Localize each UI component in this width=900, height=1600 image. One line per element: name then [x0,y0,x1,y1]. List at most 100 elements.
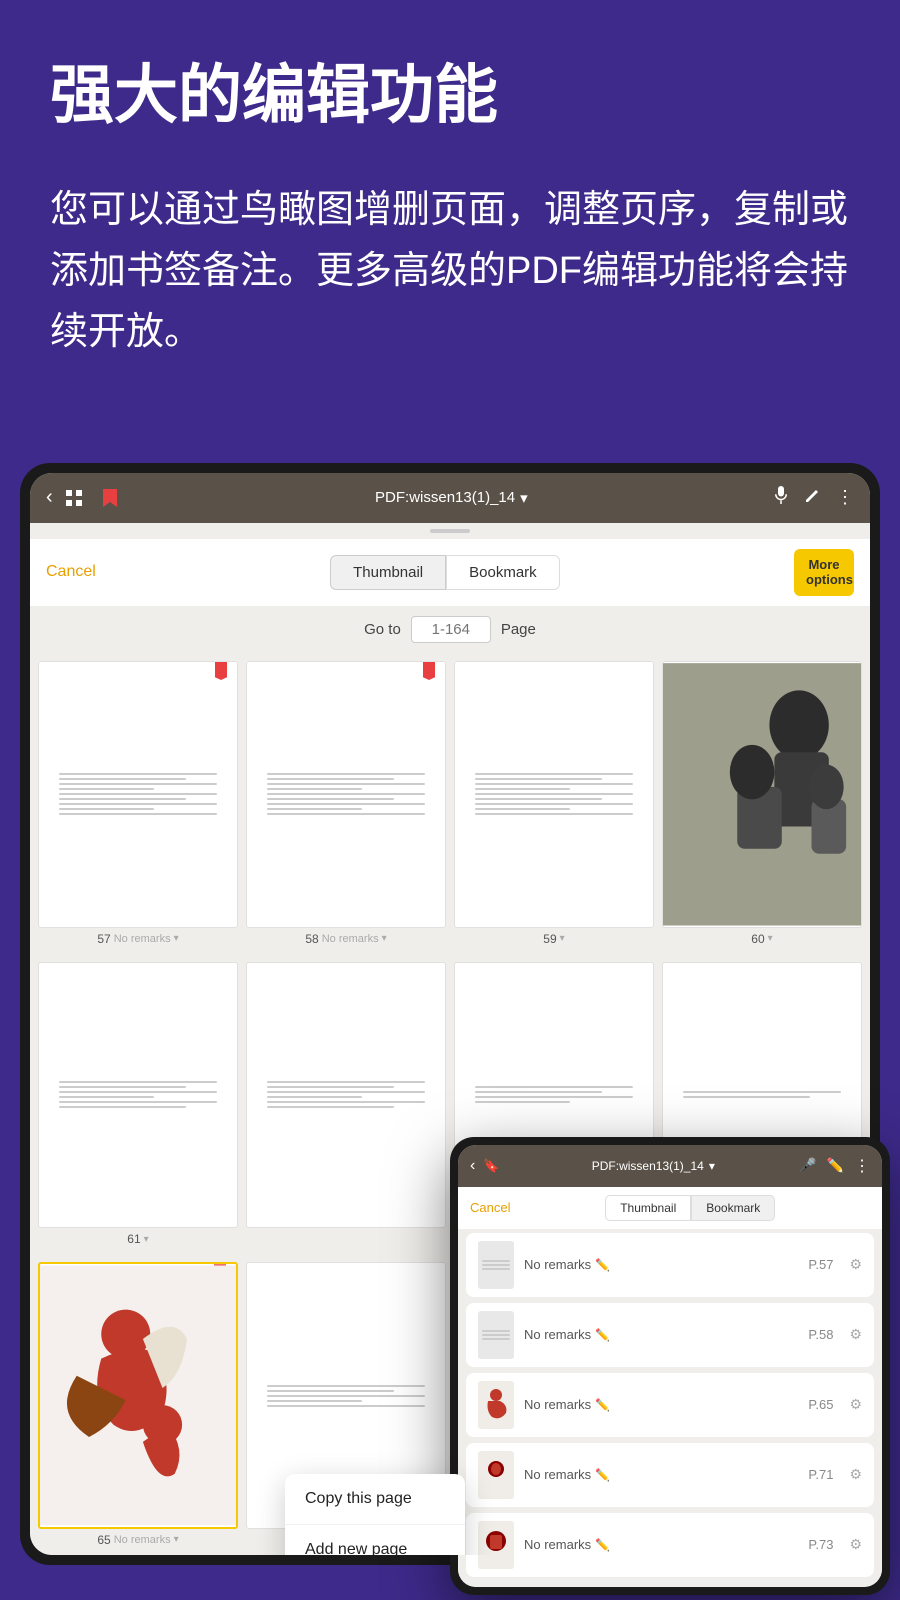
second-cancel-button[interactable]: Cancel [470,1200,510,1215]
context-menu: Copy this page Add new page Modify bookm… [285,1474,465,1555]
chevron-down-icon[interactable]: ▾ [520,489,528,507]
bookmark-list: No remarks ✏️ P.57 ⚙ [458,1229,882,1587]
bookmark-item-71[interactable]: No remarks ✏️ P.71 ⚙ [466,1443,874,1507]
thumb-page-58 [246,661,446,928]
tab-bookmark[interactable]: Bookmark [446,555,560,590]
grid-icon[interactable] [63,489,85,507]
gear-icon-73[interactable]: ⚙ [849,1536,862,1553]
more-options-button[interactable]: More options [794,549,854,596]
second-back-icon[interactable]: ‹ [470,1157,475,1175]
thumb-item-61[interactable]: 61 ▾ [38,962,238,1247]
gear-icon-57[interactable]: ⚙ [849,1256,862,1273]
more-icon[interactable]: ⋮ [836,487,854,508]
bm-info-73: No remarks ✏️ [524,1537,798,1552]
second-bookmark-icon[interactable]: 🔖 [483,1158,499,1174]
thumb-item-57[interactable]: 57 No remarks ▾ [38,661,238,946]
second-chevron-icon[interactable]: ▾ [709,1159,715,1173]
thumb-number-59: 59 [543,932,556,946]
goto-label: Go to [364,621,401,638]
thumb-item-65[interactable]: 65 No remarks ▾ [38,1262,238,1547]
second-device-inner: ‹ 🔖 PDF:wissen13(1)_14 ▾ 🎤 ✏️ ⋮ Cancel T… [458,1145,882,1587]
bookmark-item-65[interactable]: No remarks ✏️ P.65 ⚙ [466,1373,874,1437]
bm-remarks-65: No remarks ✏️ [524,1397,798,1412]
thumb-number-60: 60 [751,932,764,946]
bm-art-65 [478,1381,514,1429]
second-pen-icon[interactable]: ✏️ [827,1157,844,1174]
bookmark-item-73[interactable]: No remarks ✏️ P.73 ⚙ [466,1513,874,1577]
thumb-page-65 [38,1262,238,1529]
edit-icon-71[interactable]: ✏️ [595,1468,610,1482]
thumbnail-header: Cancel Thumbnail Bookmark More options [30,539,870,606]
bm-info-71: No remarks ✏️ [524,1467,798,1482]
thumb-chevron-65[interactable]: ▾ [174,1534,179,1545]
gear-icon-65[interactable]: ⚙ [849,1396,862,1413]
edit-icon-65[interactable]: ✏️ [595,1398,610,1412]
artwork-60 [663,662,861,927]
bookmark-item-57[interactable]: No remarks ✏️ P.57 ⚙ [466,1233,874,1297]
context-add-page[interactable]: Add new page [285,1525,465,1555]
context-copy-page[interactable]: Copy this page [285,1474,465,1525]
thumb-chevron-59[interactable]: ▾ [560,933,565,944]
thumb-lines-59 [475,773,633,815]
thumb-remarks-58: No remarks [322,933,379,945]
thumb-item-58[interactable]: 58 No remarks ▾ [246,661,446,946]
thumb-chevron-61[interactable]: ▾ [144,1234,149,1245]
thumb-bookmark-57 [215,662,227,680]
goto-row: Go to Page [30,606,870,653]
bm-thumb-58 [478,1311,514,1359]
edit-icon-57[interactable]: ✏️ [595,1258,610,1272]
tab-thumbnail[interactable]: Thumbnail [330,555,446,590]
thumb-label-61: 61 ▾ [127,1232,148,1246]
bm-art-73 [478,1521,514,1569]
bm-remarks-58: No remarks ✏️ [524,1327,798,1342]
page-label: Page [501,621,536,638]
bm-page-73: P.73 [808,1537,833,1552]
bookmark-item-58[interactable]: No remarks ✏️ P.58 ⚙ [466,1303,874,1367]
thumb-page-60 [662,661,862,928]
second-more-icon[interactable]: ⋮ [854,1156,870,1176]
top-section: 强大的编辑功能 您可以通过鸟瞰图增删页面，调整页序，复制或添加书签备注。更多高级… [0,0,900,403]
bm-art-71 [478,1451,514,1499]
second-header: Cancel Thumbnail Bookmark [458,1187,882,1229]
thumb-chevron-58[interactable]: ▾ [382,933,387,944]
topbar-icons [63,489,121,507]
thumb-lines-58 [267,773,425,815]
second-tab-thumbnail[interactable]: Thumbnail [605,1195,691,1221]
thumb-label-59: 59 ▾ [543,932,564,946]
edit-icon-73[interactable]: ✏️ [595,1538,610,1552]
drag-handle [430,529,470,533]
bookmark-icon[interactable] [99,489,121,507]
second-mic-icon[interactable]: 🎤 [799,1157,816,1174]
second-topbar: ‹ 🔖 PDF:wissen13(1)_14 ▾ 🎤 ✏️ ⋮ [458,1145,882,1187]
gear-icon-71[interactable]: ⚙ [849,1466,862,1483]
bm-remarks-57: No remarks ✏️ [524,1257,798,1272]
bm-remarks-71: No remarks ✏️ [524,1467,798,1482]
thumb-bookmark-58 [423,662,435,680]
thumb-label-58: 58 No remarks ▾ [305,932,386,946]
bm-remarks-73: No remarks ✏️ [524,1537,798,1552]
topbar-right-icons: ⋮ [772,486,854,509]
artwork-65 [40,1264,236,1527]
thumb-remarks-65: No remarks [114,1534,171,1546]
pen-icon[interactable] [804,486,822,509]
thumb-remarks-57: No remarks [114,933,171,945]
second-tab-bookmark[interactable]: Bookmark [691,1195,775,1221]
thumb-chevron-60[interactable]: ▾ [768,933,773,944]
bm-thumb-57 [478,1241,514,1289]
thumb-item-60[interactable]: 60 ▾ [662,661,862,946]
thumb-chevron-57[interactable]: ▾ [174,933,179,944]
gear-icon-58[interactable]: ⚙ [849,1326,862,1343]
bm-page-65: P.65 [808,1397,833,1412]
goto-input[interactable] [411,616,491,643]
second-topbar-title: PDF:wissen13(1)_14 ▾ [508,1159,800,1173]
back-icon[interactable]: ‹ [46,486,53,509]
edit-icon-58[interactable]: ✏️ [595,1328,610,1342]
thumb-lines-57 [59,773,217,815]
thumb-item-62[interactable] [246,962,446,1247]
device-section: ‹ PDF:wissen13(1)_14 ▾ [20,463,880,1565]
page-description: 您可以通过鸟瞰图增删页面，调整页序，复制或添加书签备注。更多高级的PDF编辑功能… [50,180,850,362]
cancel-button[interactable]: Cancel [46,563,96,581]
bm-info-58: No remarks ✏️ [524,1327,798,1342]
thumb-item-59[interactable]: 59 ▾ [454,661,654,946]
mic-icon[interactable] [772,486,790,509]
